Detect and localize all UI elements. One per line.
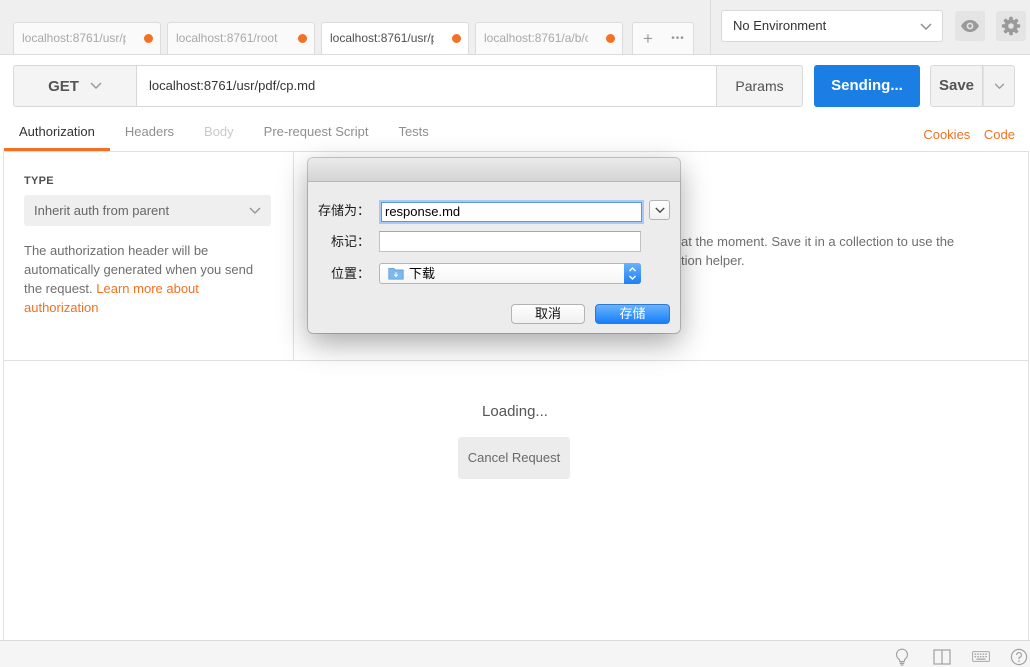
tab-strip: localhost:8761/usr/p localhost:8761/root… [0, 0, 1030, 55]
new-tab-button[interactable]: + [633, 23, 663, 54]
auth-type-select[interactable]: Inherit auth from parent [24, 195, 271, 226]
tab-headers[interactable]: Headers [110, 116, 189, 151]
request-tab-label: localhost:8761/usr/p [330, 31, 434, 45]
save-as-value: response.md [385, 204, 461, 219]
divider [4, 360, 1028, 361]
auth-pane-divider [293, 152, 294, 360]
request-tab-label: localhost:8761/usr/p [22, 31, 126, 45]
divider [3, 151, 4, 640]
auth-description: The authorization header will be automat… [24, 241, 269, 317]
request-tab[interactable]: localhost:8761/a/b/c [475, 22, 623, 54]
method-select[interactable]: GET [13, 65, 136, 107]
chevron-down-icon [655, 207, 665, 214]
postman-window: localhost:8761/usr/p localhost:8761/root… [0, 0, 1030, 667]
request-tab-label: localhost:8761/root [176, 31, 278, 45]
unsaved-changes-dot [298, 34, 307, 43]
tab-tests[interactable]: Tests [383, 116, 443, 151]
auth-type-label: TYPE [24, 175, 54, 187]
up-down-arrows-icon [629, 267, 636, 280]
chevron-down-icon [249, 207, 261, 215]
save-options-button[interactable] [983, 65, 1015, 107]
tags-label: 标记： [330, 234, 370, 249]
params-button[interactable]: Params [717, 65, 803, 107]
more-tabs-button[interactable]: ••• [663, 23, 693, 54]
chevron-down-icon [90, 82, 102, 90]
code-link[interactable]: Code [984, 127, 1015, 142]
save-button[interactable]: Save [930, 65, 983, 107]
eye-icon [961, 20, 979, 32]
dialog-cancel-button[interactable]: 取消 [511, 304, 585, 324]
url-value: localhost:8761/usr/pdf/cp.md [149, 78, 316, 93]
environment-select-value: No Environment [733, 18, 827, 33]
request-tab[interactable]: localhost:8761/root [167, 22, 315, 54]
tab-actions: + ••• [632, 22, 694, 54]
tab-pre-request-script[interactable]: Pre-request Script [249, 116, 384, 151]
divider [1028, 151, 1029, 640]
send-button[interactable]: Sending... [814, 65, 920, 107]
environment-select[interactable]: No Environment [721, 10, 943, 42]
lightbulb-icon[interactable] [894, 648, 910, 666]
environment-quick-look-button[interactable] [955, 11, 985, 41]
save-as-input[interactable]: response.md [381, 202, 642, 222]
divider [3, 151, 1029, 152]
unsaved-changes-dot [452, 34, 461, 43]
help-icon[interactable] [1010, 648, 1028, 666]
save-as-label: 存储为： [317, 203, 370, 218]
loading-text: Loading... [482, 403, 548, 420]
request-tab-active[interactable]: localhost:8761/usr/p [321, 22, 469, 54]
where-location-select[interactable]: 下载 [379, 263, 641, 284]
dialog-title-bar[interactable] [308, 158, 680, 182]
auth-type-value: Inherit auth from parent [34, 203, 170, 218]
request-section-tabs: Authorization Headers Body Pre-request S… [4, 116, 444, 151]
unsaved-changes-dot [144, 34, 153, 43]
save-file-dialog: 存储为： response.md 标记： 位置： 下载 取消 存储 [308, 158, 680, 333]
inherit-note-line: tion helper. [681, 253, 745, 268]
request-links: Cookies Code [913, 125, 1015, 145]
tab-body: Body [204, 124, 234, 139]
gear-icon [1001, 16, 1021, 36]
tags-input[interactable] [379, 231, 641, 252]
chevron-down-icon [920, 23, 932, 31]
two-pane-layout-icon[interactable] [933, 649, 951, 665]
chevron-down-icon [994, 83, 1005, 90]
settings-button[interactable] [996, 11, 1026, 41]
cookies-link[interactable]: Cookies [923, 127, 970, 142]
inherit-note-line: at the moment. Save it in a collection t… [681, 234, 955, 249]
where-label: 位置： [330, 266, 370, 281]
cancel-request-button[interactable]: Cancel Request [458, 437, 570, 479]
tab-authorization[interactable]: Authorization [4, 116, 110, 151]
url-input[interactable]: localhost:8761/usr/pdf/cp.md [136, 65, 717, 107]
where-location-value: 下载 [409, 266, 436, 281]
keyboard-icon[interactable] [972, 651, 990, 662]
request-tabs: localhost:8761/usr/p localhost:8761/root… [13, 22, 629, 54]
location-stepper [624, 263, 641, 284]
dialog-save-button[interactable]: 存储 [595, 304, 670, 324]
expand-dialog-button[interactable] [649, 200, 670, 220]
method-value: GET [48, 77, 79, 95]
header-divider [710, 0, 711, 54]
request-tab-label: localhost:8761/a/b/c [484, 31, 588, 45]
status-bar [0, 640, 1030, 667]
folder-icon [388, 268, 404, 280]
request-tab[interactable]: localhost:8761/usr/p [13, 22, 161, 54]
unsaved-changes-dot [606, 34, 615, 43]
